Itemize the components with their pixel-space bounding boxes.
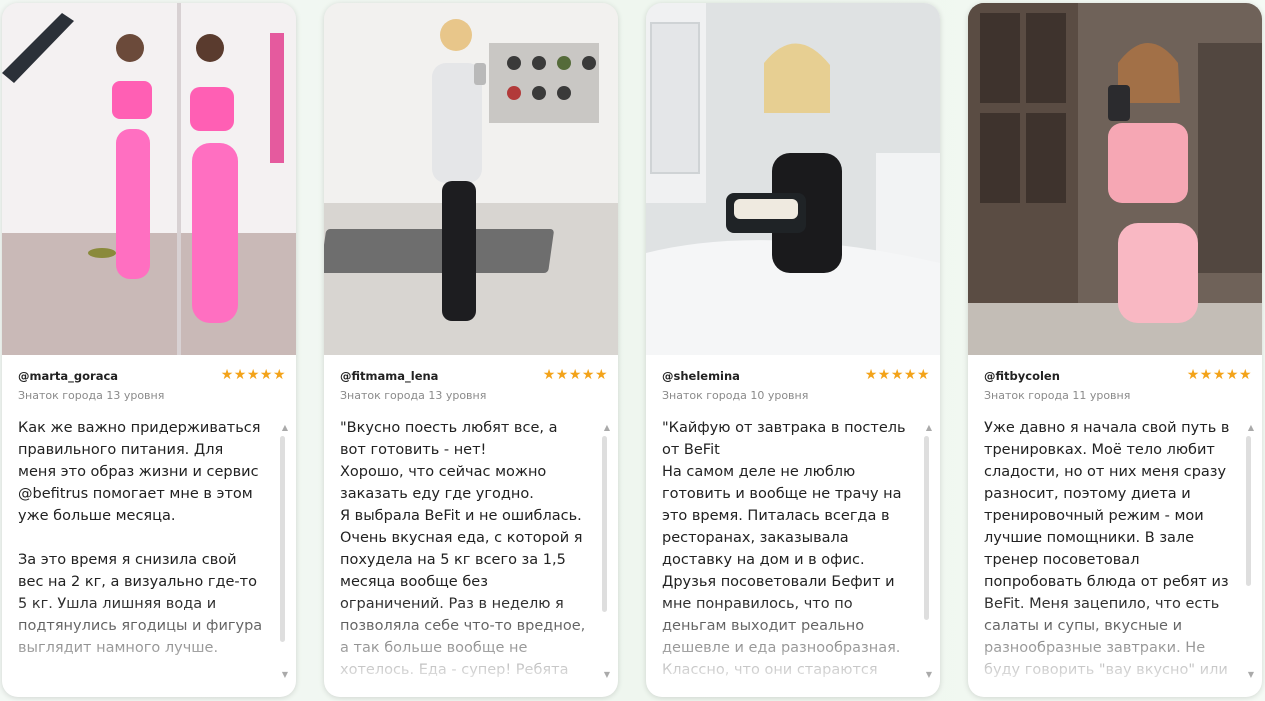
review-card: @fitbycolen Знаток города 11 уровня ★★★★…	[968, 3, 1262, 697]
author-handle[interactable]: @marta_goraca	[18, 369, 118, 383]
review-meta: @fitmama_lena Знаток города 13 уровня ★★…	[340, 367, 608, 405]
scrollbar-thumb[interactable]	[924, 436, 929, 620]
review-text[interactable]: Уже давно я начала свой путь в тренировк…	[984, 417, 1230, 679]
review-photo	[968, 3, 1262, 355]
scrollbar-thumb[interactable]	[280, 436, 285, 642]
scroll-down-arrow-icon[interactable]: ▼	[282, 671, 288, 679]
scroll-up-arrow-icon[interactable]: ▲	[1248, 424, 1254, 432]
author-level: Знаток города 13 уровня	[340, 389, 487, 402]
scroll-down-arrow-icon[interactable]: ▼	[604, 671, 610, 679]
review-card: @fitmama_lena Знаток города 13 уровня ★★…	[324, 3, 618, 697]
review-photo	[2, 3, 296, 355]
scroll-up-arrow-icon[interactable]: ▲	[282, 424, 288, 432]
review-text[interactable]: Как же важно придерживаться правильного …	[18, 417, 264, 679]
review-photo	[324, 3, 618, 355]
author-handle[interactable]: @fitmama_lena	[340, 369, 438, 383]
author-handle[interactable]: @shelemina	[662, 369, 740, 383]
review-meta: @shelemina Знаток города 10 уровня ★★★★★	[662, 367, 930, 405]
scroll-up-arrow-icon[interactable]: ▲	[604, 424, 610, 432]
author-level: Знаток города 10 уровня	[662, 389, 809, 402]
review-meta: @fitbycolen Знаток города 11 уровня ★★★★…	[984, 367, 1252, 405]
scrollbar-thumb[interactable]	[602, 436, 607, 612]
rating-stars: ★★★★★	[542, 367, 608, 383]
author-handle[interactable]: @fitbycolen	[984, 369, 1060, 383]
scrollbar-thumb[interactable]	[1246, 436, 1251, 586]
review-photo	[646, 3, 940, 355]
rating-stars: ★★★★★	[1186, 367, 1252, 383]
review-card: @marta_goraca Знаток города 13 уровня ★★…	[2, 3, 296, 697]
review-card: @shelemina Знаток города 10 уровня ★★★★★…	[646, 3, 940, 697]
review-meta: @marta_goraca Знаток города 13 уровня ★★…	[18, 367, 286, 405]
rating-stars: ★★★★★	[220, 367, 286, 383]
scroll-up-arrow-icon[interactable]: ▲	[926, 424, 932, 432]
author-level: Знаток города 11 уровня	[984, 389, 1131, 402]
review-text[interactable]: "Вкусно поесть любят все, а вот готовить…	[340, 417, 586, 679]
reviews-carousel: @marta_goraca Знаток города 13 уровня ★★…	[0, 0, 1265, 701]
author-level: Знаток города 13 уровня	[18, 389, 165, 402]
scroll-down-arrow-icon[interactable]: ▼	[1248, 671, 1254, 679]
scroll-down-arrow-icon[interactable]: ▼	[926, 671, 932, 679]
rating-stars: ★★★★★	[864, 367, 930, 383]
review-text[interactable]: "Кайфую от завтрака в постель от BeFit Н…	[662, 417, 908, 679]
